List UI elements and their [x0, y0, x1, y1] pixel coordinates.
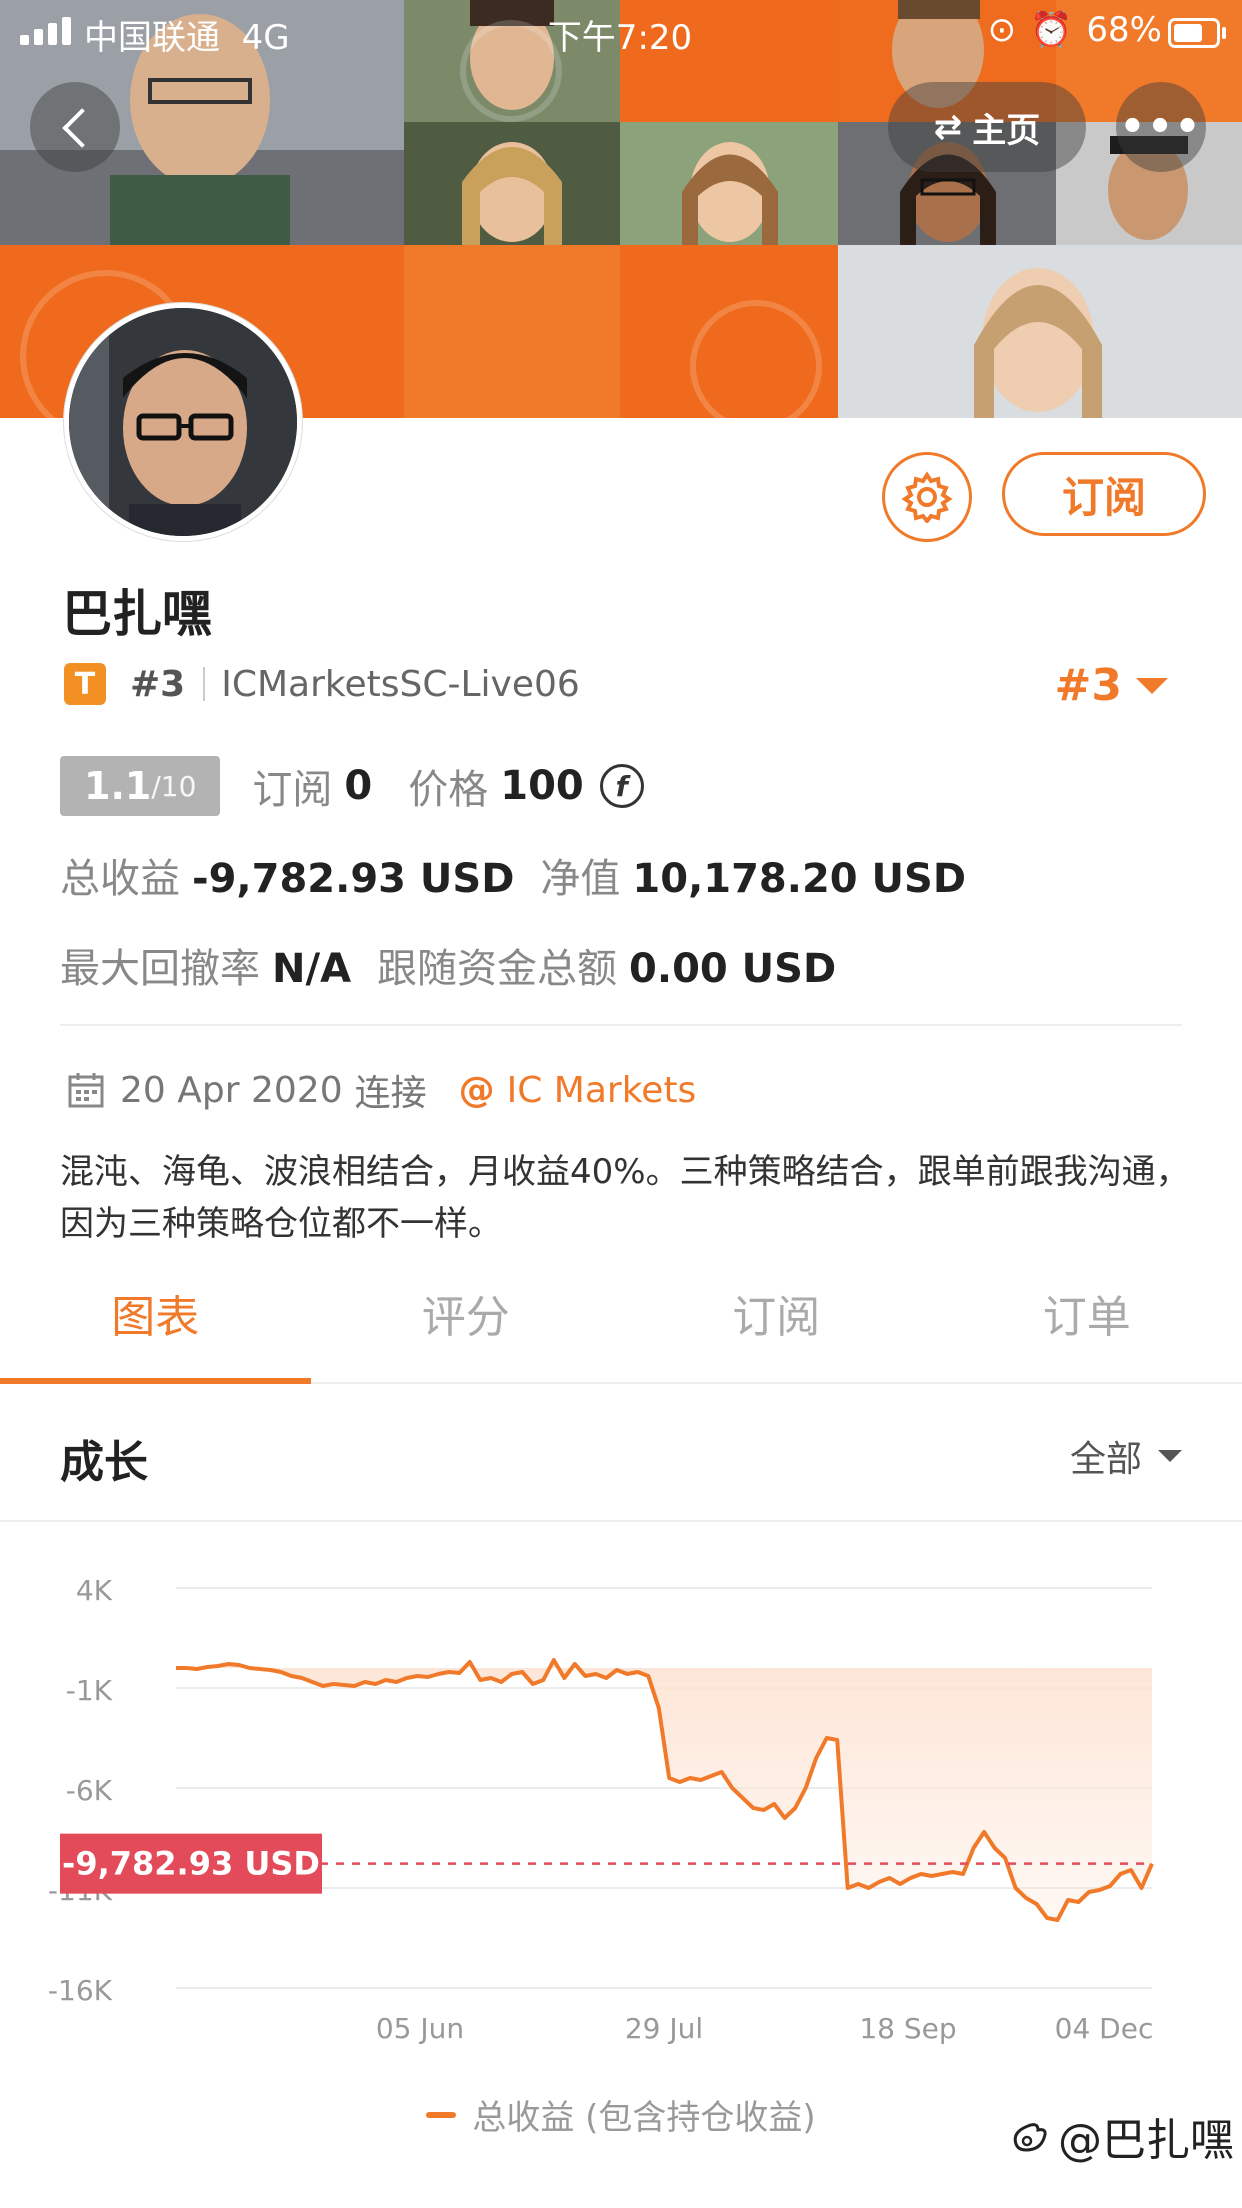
divider: [60, 1024, 1182, 1026]
chevron-down-icon: [1136, 677, 1168, 694]
x-tick-label: 04 Dec: [1055, 2012, 1154, 2045]
avatar-image: [69, 308, 297, 536]
cover-photo: [838, 245, 1242, 418]
alarm-icon: ⏰: [1030, 10, 1073, 50]
rank-number: #3: [130, 663, 186, 705]
rank-dropdown[interactable]: #3: [1055, 660, 1168, 711]
rank-value: #3: [1054, 660, 1122, 711]
y-tick-label: -16K: [48, 1974, 113, 2007]
at-icon: @: [458, 1069, 495, 1111]
series-area: [176, 1660, 1152, 1920]
broker-link[interactable]: IC Markets: [507, 1070, 697, 1111]
y-tick-label: -6K: [66, 1774, 113, 1807]
rating-max: /10: [151, 769, 197, 803]
current-value-label: -9,782.93 USD: [62, 1845, 320, 1883]
growth-chart[interactable]: 4K-1K-6K-11K-16K05 Jun29 Jul18 Sep04 Dec…: [0, 1540, 1242, 2060]
battery-percent: 68%: [1086, 10, 1162, 50]
carrier-label: 中国联通: [84, 18, 220, 58]
cover-photo: [620, 122, 838, 245]
avatar[interactable]: [64, 303, 302, 541]
rotation-lock-icon: ⊙: [987, 10, 1017, 50]
watermark: @巴扎嘿: [1008, 2104, 1234, 2168]
x-tick-label: 05 Jun: [376, 2012, 464, 2045]
subscribers-label: 订阅: [252, 767, 333, 813]
connected-date: 20 Apr 2020: [120, 1069, 343, 1111]
y-tick-label: 4K: [76, 1574, 113, 1607]
coin-icon: f: [599, 764, 644, 808]
tab-chart[interactable]: 图表: [0, 1282, 311, 1384]
cover-tile: [404, 245, 620, 418]
calendar-icon: [68, 1073, 104, 1108]
back-button[interactable]: [30, 82, 120, 172]
signal-icon: [20, 17, 71, 45]
tab-subscriptions[interactable]: 订阅: [621, 1282, 932, 1382]
profile-name: 巴扎嘿: [62, 585, 212, 643]
legend-label: 总收益 (包含持仓收益): [472, 2098, 816, 2138]
tab-orders[interactable]: 订单: [932, 1282, 1242, 1382]
strategy-description: 混沌、海龟、波浪相结合，月收益40%。三种策略结合，跟单前跟我沟通，因为三种策略…: [60, 1152, 1190, 1244]
separator: [203, 667, 206, 701]
growth-header: 成长 全部: [0, 1384, 1242, 1522]
equity-label: 净值: [540, 856, 621, 902]
gear-icon: [901, 471, 953, 523]
trader-badge: T: [64, 663, 106, 705]
battery-icon: [1168, 18, 1226, 48]
subscribe-button[interactable]: 订阅: [1002, 452, 1206, 536]
drawdown-row: 最大回撤率 N/A 跟随资金总额 0.00 USD: [60, 936, 836, 994]
price-label: 价格: [408, 767, 489, 813]
chevron-down-icon: [1158, 1450, 1182, 1462]
legend-swatch: [426, 2111, 457, 2118]
stats-row: 1.1/10 订阅 0 价格 100 f: [60, 756, 644, 816]
tab-bar: 图表 评分 订阅 订单: [0, 1282, 1242, 1384]
max-drawdown-label: 最大回撤率: [60, 946, 260, 992]
weibo-icon: [1013, 2123, 1047, 2152]
more-button[interactable]: •••: [1116, 82, 1206, 172]
follow-funds-label: 跟随资金总额: [377, 946, 618, 992]
rating-badge: 1.1/10: [60, 756, 221, 816]
status-bar: 中国联通 4G 下午7:20 ⊙ ⏰ 68%: [0, 0, 1242, 62]
price-value: 100: [500, 763, 584, 809]
x-tick-label: 29 Jul: [625, 2012, 703, 2045]
y-tick-label: -1K: [66, 1674, 113, 1707]
equity-value: 10,178.20 USD: [632, 856, 967, 902]
follow-funds-value: 0.00 USD: [629, 946, 837, 992]
account-row: T #3 ICMarketsSC-Live06: [64, 662, 580, 706]
settings-button[interactable]: [882, 452, 972, 542]
subscribers-value: 0: [344, 763, 373, 809]
account-name: ICMarketsSC-Live06: [221, 663, 580, 705]
network-label: 4G: [241, 18, 290, 58]
cover-photo: [404, 122, 620, 245]
chart-canvas: 4K-1K-6K-11K-16K05 Jun29 Jul18 Sep04 Dec…: [48, 1574, 1154, 2045]
total-profit-value: -9,782.93 USD: [192, 856, 515, 902]
profit-row: 总收益 -9,782.93 USD 净值 10,178.20 USD: [60, 846, 966, 904]
section-title: 成长: [60, 1437, 148, 1488]
rating-value: 1.1: [84, 764, 152, 808]
connected-label: 连接: [354, 1073, 427, 1114]
x-tick-label: 18 Sep: [859, 2012, 956, 2045]
clock: 下午7:20: [547, 18, 693, 58]
home-button[interactable]: ⇄ 主页: [888, 82, 1086, 172]
total-profit-label: 总收益: [60, 856, 180, 902]
tab-rating[interactable]: 评分: [311, 1282, 622, 1382]
connection-row: 20 Apr 2020 连接 @ IC Markets: [66, 1064, 696, 1116]
range-value: 全部: [1069, 1439, 1142, 1480]
max-drawdown-value: N/A: [272, 946, 352, 992]
watermark-text: @巴扎嘿: [1058, 2115, 1234, 2166]
swap-icon: ⇄: [933, 107, 963, 147]
range-dropdown[interactable]: 全部: [1070, 1430, 1182, 1482]
home-label: 主页: [972, 110, 1041, 151]
